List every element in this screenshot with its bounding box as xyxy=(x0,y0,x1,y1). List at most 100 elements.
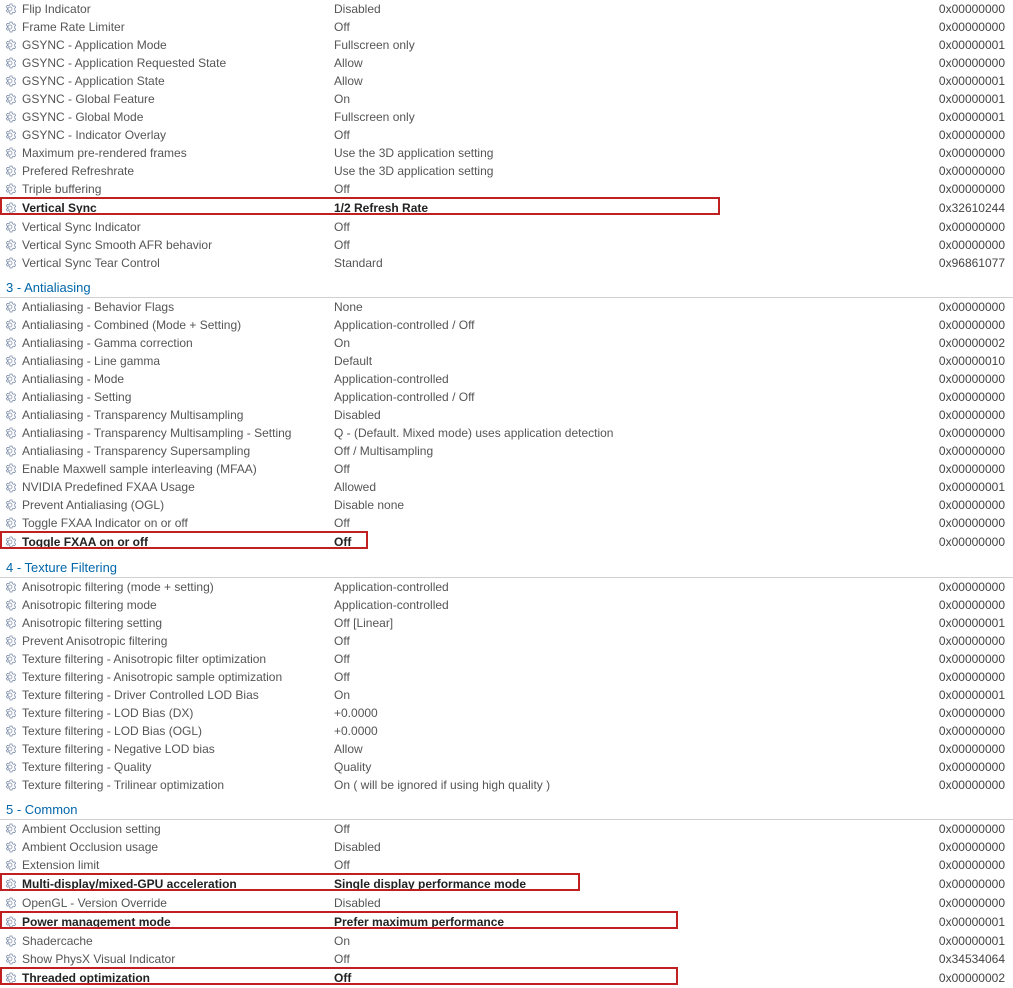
setting-value[interactable]: Quality xyxy=(334,760,913,774)
setting-row[interactable]: ShadercacheOn0x00000001 xyxy=(0,932,1013,950)
setting-value[interactable]: Disabled xyxy=(334,2,913,16)
setting-value[interactable]: Use the 3D application setting xyxy=(334,146,913,160)
setting-value[interactable]: Off xyxy=(334,20,913,34)
setting-row[interactable]: Prefered RefreshrateUse the 3D applicati… xyxy=(0,162,1013,180)
setting-row[interactable]: Frame Rate LimiterOff0x00000000 xyxy=(0,18,1013,36)
setting-row[interactable]: Antialiasing - Behavior FlagsNone0x00000… xyxy=(0,298,1013,316)
setting-row[interactable]: Extension limitOff0x00000000 xyxy=(0,856,1013,874)
setting-value[interactable]: Default xyxy=(334,354,913,368)
setting-value[interactable]: Off / Multisampling xyxy=(334,444,913,458)
setting-value[interactable]: Disabled xyxy=(334,840,913,854)
setting-value[interactable]: +0.0000 xyxy=(334,706,913,720)
setting-value[interactable]: Application-controlled / Off xyxy=(334,390,913,404)
setting-row[interactable]: Antialiasing - ModeApplication-controlle… xyxy=(0,370,1013,388)
setting-value[interactable]: Single display performance mode xyxy=(334,877,913,891)
setting-row[interactable]: Texture filtering - QualityQuality0x0000… xyxy=(0,758,1013,776)
setting-row[interactable]: Texture filtering - Anisotropic filter o… xyxy=(0,650,1013,668)
setting-row[interactable]: Ambient Occlusion usageDisabled0x0000000… xyxy=(0,838,1013,856)
setting-value[interactable]: On ( will be ignored if using high quali… xyxy=(334,778,913,792)
setting-value[interactable]: None xyxy=(334,300,913,314)
setting-value[interactable]: Fullscreen only xyxy=(334,110,913,124)
setting-row[interactable]: Toggle FXAA on or offOff0x00000000 xyxy=(0,532,1013,552)
setting-value[interactable]: Fullscreen only xyxy=(334,38,913,52)
setting-row[interactable]: Triple bufferingOff0x00000000 xyxy=(0,180,1013,198)
setting-row[interactable]: Enable Maxwell sample interleaving (MFAA… xyxy=(0,460,1013,478)
setting-value[interactable]: Off xyxy=(334,670,913,684)
setting-row[interactable]: Toggle FXAA Indicator on or offOff0x0000… xyxy=(0,514,1013,532)
setting-value[interactable]: Application-controlled xyxy=(334,372,913,386)
setting-row[interactable]: Maximum pre-rendered framesUse the 3D ap… xyxy=(0,144,1013,162)
setting-value[interactable]: +0.0000 xyxy=(334,724,913,738)
setting-value[interactable]: Off xyxy=(334,535,913,549)
setting-row[interactable]: Vertical Sync IndicatorOff0x00000000 xyxy=(0,218,1013,236)
setting-row[interactable]: Anisotropic filtering (mode + setting)Ap… xyxy=(0,578,1013,596)
setting-value[interactable]: Off xyxy=(334,822,913,836)
setting-row[interactable]: Prevent Antialiasing (OGL)Disable none0x… xyxy=(0,496,1013,514)
setting-row[interactable]: Vertical Sync Tear ControlStandard0x9686… xyxy=(0,254,1013,272)
setting-value[interactable]: Off xyxy=(334,182,913,196)
setting-value[interactable]: Disabled xyxy=(334,408,913,422)
setting-row[interactable]: Antialiasing - Transparency Multisamplin… xyxy=(0,424,1013,442)
setting-value[interactable]: Off xyxy=(334,516,913,530)
setting-row[interactable]: OpenGL - Version OverrideDisabled0x00000… xyxy=(0,894,1013,912)
setting-row[interactable]: Texture filtering - Trilinear optimizati… xyxy=(0,776,1013,794)
setting-value[interactable]: On xyxy=(334,92,913,106)
setting-row[interactable]: Threaded optimizationOff0x00000002 xyxy=(0,968,1013,988)
setting-row[interactable]: GSYNC - Application ModeFullscreen only0… xyxy=(0,36,1013,54)
setting-value[interactable]: Off xyxy=(334,220,913,234)
setting-row[interactable]: GSYNC - Global ModeFullscreen only0x0000… xyxy=(0,108,1013,126)
setting-value[interactable]: Off xyxy=(334,971,913,985)
setting-value[interactable]: Use the 3D application setting xyxy=(334,164,913,178)
setting-row[interactable]: Antialiasing - Combined (Mode + Setting)… xyxy=(0,316,1013,334)
setting-value[interactable]: Allow xyxy=(334,74,913,88)
setting-row[interactable]: Texture filtering - LOD Bias (OGL)+0.000… xyxy=(0,722,1013,740)
setting-row[interactable]: Antialiasing - SettingApplication-contro… xyxy=(0,388,1013,406)
setting-value[interactable]: Off xyxy=(334,952,913,966)
setting-row[interactable]: GSYNC - Application Requested StateAllow… xyxy=(0,54,1013,72)
setting-value[interactable]: On xyxy=(334,934,913,948)
setting-value[interactable]: On xyxy=(334,688,913,702)
setting-value[interactable]: Allow xyxy=(334,742,913,756)
setting-row[interactable]: Texture filtering - LOD Bias (DX)+0.0000… xyxy=(0,704,1013,722)
setting-value[interactable]: Application-controlled xyxy=(334,598,913,612)
setting-row[interactable]: Texture filtering - Driver Controlled LO… xyxy=(0,686,1013,704)
setting-row[interactable]: Texture filtering - Anisotropic sample o… xyxy=(0,668,1013,686)
setting-value[interactable]: Off xyxy=(334,128,913,142)
setting-row[interactable]: Ambient Occlusion settingOff0x00000000 xyxy=(0,820,1013,838)
setting-row[interactable]: Power management modePrefer maximum perf… xyxy=(0,912,1013,932)
setting-row[interactable]: Multi-display/mixed-GPU accelerationSing… xyxy=(0,874,1013,894)
setting-row[interactable]: Anisotropic filtering settingOff [Linear… xyxy=(0,614,1013,632)
setting-row[interactable]: Texture filtering - Negative LOD biasAll… xyxy=(0,740,1013,758)
setting-value[interactable]: Allowed xyxy=(334,480,913,494)
setting-value[interactable]: Off xyxy=(334,238,913,252)
setting-row[interactable]: Vertical Sync1/2 Refresh Rate0x32610244 xyxy=(0,198,1013,218)
setting-row[interactable]: GSYNC - Indicator OverlayOff0x00000000 xyxy=(0,126,1013,144)
setting-row[interactable]: Antialiasing - Line gammaDefault0x000000… xyxy=(0,352,1013,370)
setting-value[interactable]: 1/2 Refresh Rate xyxy=(334,201,913,215)
setting-value[interactable]: Q - (Default. Mixed mode) uses applicati… xyxy=(334,426,913,440)
setting-row[interactable]: Flip IndicatorDisabled0x00000000 xyxy=(0,0,1013,18)
setting-value[interactable]: Allow xyxy=(334,56,913,70)
setting-row[interactable]: Prevent Anisotropic filteringOff0x000000… xyxy=(0,632,1013,650)
setting-row[interactable]: Antialiasing - Transparency Multisamplin… xyxy=(0,406,1013,424)
setting-value[interactable]: Off xyxy=(334,462,913,476)
setting-value[interactable]: Off xyxy=(334,634,913,648)
setting-row[interactable]: NVIDIA Predefined FXAA UsageAllowed0x000… xyxy=(0,478,1013,496)
setting-row[interactable]: Antialiasing - Gamma correctionOn0x00000… xyxy=(0,334,1013,352)
setting-row[interactable]: GSYNC - Application StateAllow0x00000001 xyxy=(0,72,1013,90)
setting-value[interactable]: Off [Linear] xyxy=(334,616,913,630)
setting-value[interactable]: Disable none xyxy=(334,498,913,512)
setting-row[interactable]: Vertical Sync Smooth AFR behaviorOff0x00… xyxy=(0,236,1013,254)
setting-row[interactable]: Show PhysX Visual IndicatorOff0x34534064 xyxy=(0,950,1013,968)
setting-row[interactable]: Anisotropic filtering modeApplication-co… xyxy=(0,596,1013,614)
setting-value[interactable]: Off xyxy=(334,858,913,872)
setting-value[interactable]: Disabled xyxy=(334,896,913,910)
setting-row[interactable]: Antialiasing - Transparency Supersamplin… xyxy=(0,442,1013,460)
setting-value[interactable]: Standard xyxy=(334,256,913,270)
setting-value[interactable]: Off xyxy=(334,652,913,666)
setting-value[interactable]: On xyxy=(334,336,913,350)
setting-value[interactable]: Prefer maximum performance xyxy=(334,915,913,929)
setting-row[interactable]: GSYNC - Global FeatureOn0x00000001 xyxy=(0,90,1013,108)
setting-value[interactable]: Application-controlled xyxy=(334,580,913,594)
setting-value[interactable]: Application-controlled / Off xyxy=(334,318,913,332)
